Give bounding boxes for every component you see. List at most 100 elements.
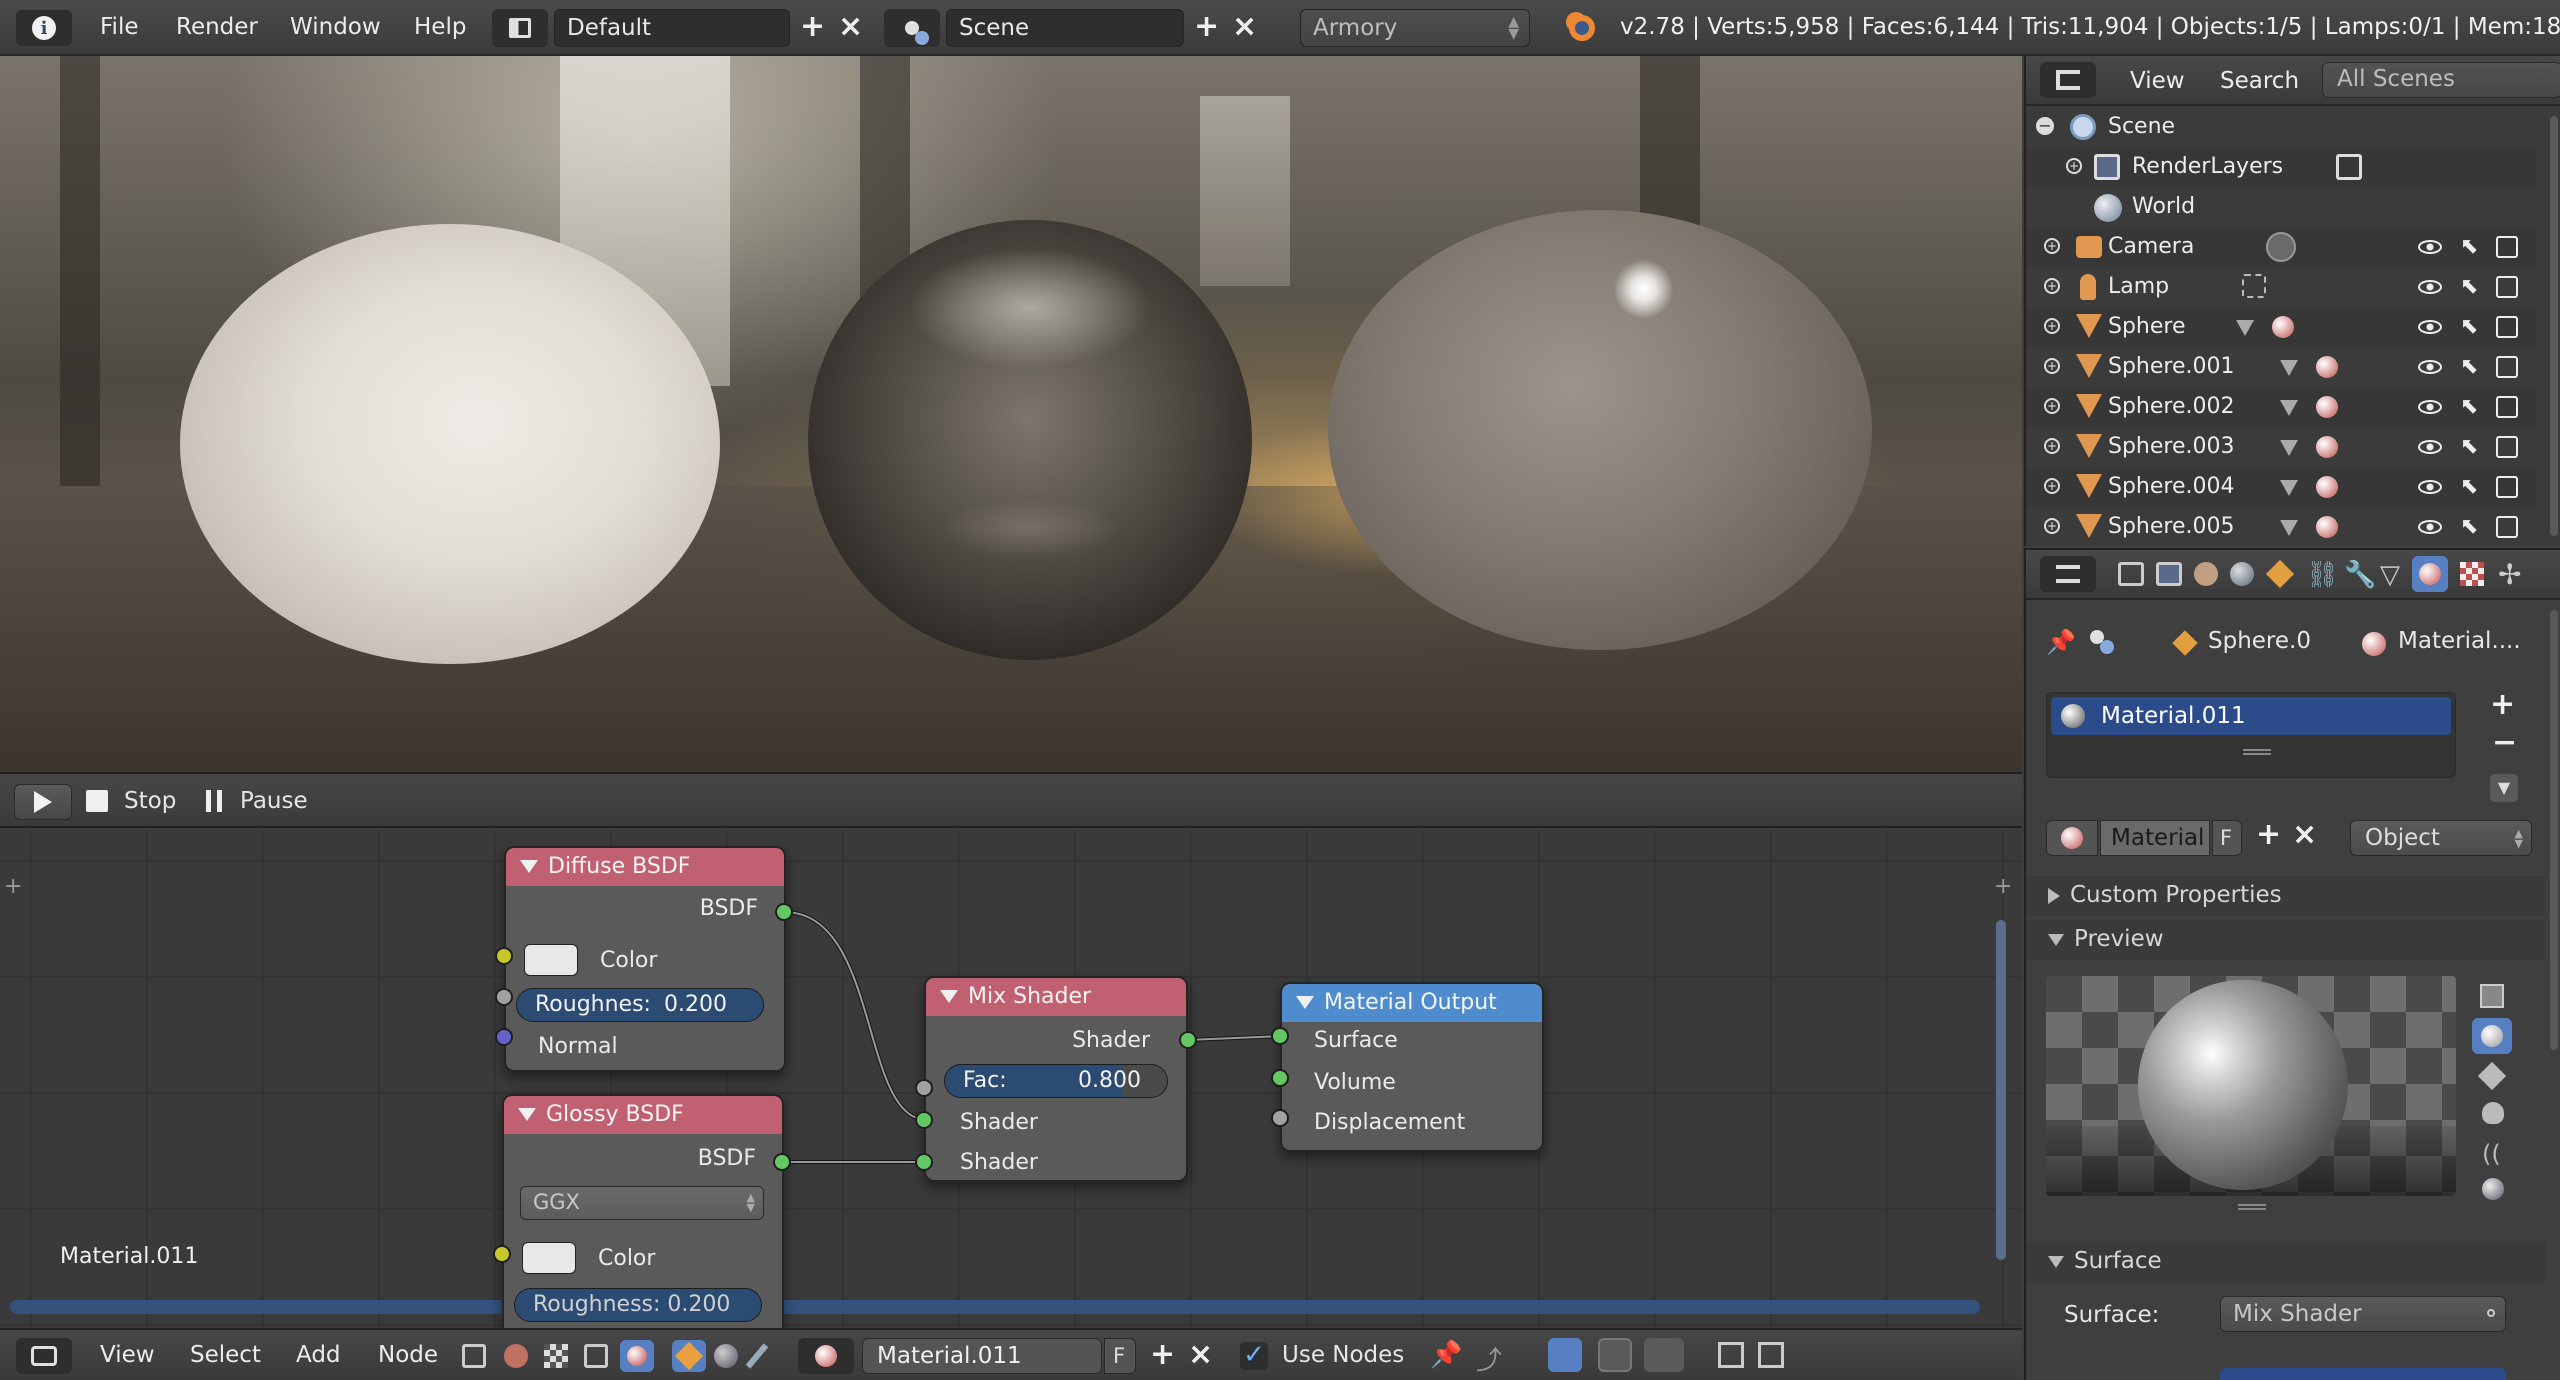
link-dropdown[interactable]: Object ▲ ▼ xyxy=(2350,820,2532,856)
material-tab-icon[interactable] xyxy=(2412,556,2448,592)
menu-view[interactable]: View xyxy=(2130,68,2185,94)
properties-scrollbar[interactable] xyxy=(2550,610,2558,1050)
snap-icon[interactable] xyxy=(1598,1338,1632,1372)
expand-icon[interactable]: + xyxy=(2044,358,2060,374)
pin-icon[interactable]: 📌 xyxy=(1430,1340,1462,1370)
use-nodes-checkbox[interactable]: ✓ xyxy=(1240,1342,1268,1370)
diffuse-normal-socket[interactable] xyxy=(495,1028,513,1046)
outliner-row-lamp[interactable]: + Lamp ⬉ xyxy=(2026,268,2536,308)
renderable-camera-icon[interactable] xyxy=(2496,316,2518,338)
menu-select[interactable]: Select xyxy=(190,1342,261,1368)
outliner-row-camera[interactable]: + Camera ⬉ xyxy=(2026,228,2536,268)
expand-icon[interactable]: + xyxy=(2044,438,2060,454)
mix-shader1-socket[interactable] xyxy=(915,1111,933,1129)
screen-layout-field[interactable]: Default xyxy=(554,9,790,47)
material-browse-icon[interactable] xyxy=(798,1338,854,1374)
menu-render[interactable]: Render xyxy=(176,14,258,40)
3d-viewport[interactable] xyxy=(0,56,2022,772)
scene-tab-icon[interactable] xyxy=(2194,562,2218,586)
menu-add[interactable]: Add xyxy=(296,1342,341,1368)
remove-screen-icon[interactable]: × xyxy=(838,12,863,42)
menu-file[interactable]: File xyxy=(100,14,139,40)
world-tab-icon[interactable] xyxy=(2230,562,2254,586)
expand-icon[interactable]: + xyxy=(2044,238,2060,254)
paste-nodes-icon[interactable] xyxy=(1758,1342,1784,1368)
diffuse-color-socket[interactable] xyxy=(495,947,513,965)
glossy-bsdf-output-socket[interactable] xyxy=(773,1153,791,1171)
visibility-eye-icon[interactable] xyxy=(2418,480,2442,494)
expand-icon[interactable]: + xyxy=(2044,478,2060,494)
editor-type-icon[interactable] xyxy=(2040,62,2096,98)
outliner-row-sphere-005[interactable]: + Sphere.005 ⬉ xyxy=(2026,508,2536,548)
selectable-cursor-icon[interactable]: ⬉ xyxy=(2460,394,2478,419)
node-header[interactable]: Mix Shader xyxy=(926,978,1186,1016)
constraints-tab-icon[interactable]: ⛓ xyxy=(2306,560,2339,590)
new-material-icon[interactable]: + xyxy=(2256,820,2281,850)
node-material-output[interactable]: Material Output Surface Volume Displacem… xyxy=(1280,982,1544,1152)
brush-icon[interactable] xyxy=(745,1343,769,1369)
output-displacement-socket[interactable] xyxy=(1271,1109,1289,1127)
remove-slot-icon[interactable]: − xyxy=(2492,728,2517,758)
resize-grip-icon[interactable] xyxy=(2243,749,2271,755)
physics-tab-icon[interactable]: ✢ xyxy=(2498,558,2521,591)
node-header[interactable]: Material Output xyxy=(1282,984,1542,1022)
menu-node[interactable]: Node xyxy=(378,1342,438,1368)
node-glossy-bsdf[interactable]: Glossy BSDF BSDF GGX ▲ ▼ Color Roughness:… xyxy=(502,1094,784,1328)
preview-world-icon[interactable] xyxy=(2482,1178,2504,1200)
outliner[interactable]: View Search All Scenes − Scene + RenderL… xyxy=(2024,56,2560,546)
sphere-mix[interactable] xyxy=(1328,210,1872,650)
visibility-eye-icon[interactable] xyxy=(2418,320,2442,334)
properties-editor[interactable]: ⛓ 🔧 ▽ ✢ 📌 Sphere.0 Material.... Material… xyxy=(2024,548,2560,1380)
expand-icon[interactable]: + xyxy=(2044,398,2060,414)
collapse-triangle-icon[interactable] xyxy=(520,860,538,873)
surface-shader-field[interactable]: Mix Shader xyxy=(2220,1296,2506,1332)
selectable-cursor-icon[interactable]: ⬉ xyxy=(2460,274,2478,299)
material-name-field[interactable]: Material.011 xyxy=(862,1338,1102,1374)
expand-icon[interactable]: + xyxy=(2044,278,2060,294)
compositing-nodes-icon[interactable] xyxy=(504,1344,528,1368)
menu-help[interactable]: Help xyxy=(414,14,466,40)
surface-node-bar[interactable] xyxy=(2220,1368,2506,1380)
play-button[interactable] xyxy=(14,784,72,820)
outliner-row-sphere-003[interactable]: + Sphere.003 ⬉ xyxy=(2026,428,2536,468)
shader-nodes-icon[interactable] xyxy=(462,1344,486,1368)
outliner-row-sphere-002[interactable]: + Sphere.002 ⬉ xyxy=(2026,388,2536,428)
node-mix-shader[interactable]: Mix Shader Shader Fac: 0.800 Shader Shad… xyxy=(924,976,1188,1182)
glossy-color-socket[interactable] xyxy=(493,1245,511,1263)
fac-slider[interactable]: Fac: 0.800 xyxy=(944,1064,1168,1098)
selectable-cursor-icon[interactable]: ⬉ xyxy=(2460,354,2478,379)
screen-layout-icon[interactable] xyxy=(492,9,548,47)
expand-icon[interactable]: + xyxy=(2044,318,2060,334)
diffuse-roughness-socket[interactable] xyxy=(495,988,513,1006)
parent-node-tree-icon[interactable]: ⤴ xyxy=(1476,1340,1502,1377)
preview-flat-icon[interactable] xyxy=(2480,984,2504,1008)
outliner-row-renderlayers[interactable]: + RenderLayers xyxy=(2026,148,2536,188)
unlink-material-icon[interactable]: × xyxy=(2292,820,2317,850)
output-volume-socket[interactable] xyxy=(1271,1069,1289,1087)
sphere-glossy[interactable] xyxy=(808,220,1252,660)
mix-output-socket[interactable] xyxy=(1179,1031,1197,1049)
node-header[interactable]: Diffuse BSDF xyxy=(506,848,784,886)
menu-view[interactable]: View xyxy=(100,1342,155,1368)
renderable-camera-icon[interactable] xyxy=(2496,476,2518,498)
renderable-camera-icon[interactable] xyxy=(2496,436,2518,458)
renderable-camera-icon[interactable] xyxy=(2496,276,2518,298)
renderlayers-tab-icon[interactable] xyxy=(2156,562,2182,586)
data-tab-icon[interactable]: ▽ xyxy=(2380,560,2400,590)
outliner-row-world[interactable]: World xyxy=(2026,188,2536,228)
expand-icon[interactable]: + xyxy=(2044,518,2060,534)
texture-tab-icon[interactable] xyxy=(2460,562,2484,586)
roughness-slider[interactable]: Roughnes: 0.200 xyxy=(516,988,764,1022)
new-material-icon[interactable]: + xyxy=(1150,1340,1175,1370)
material-slot-list[interactable]: Material.011 xyxy=(2046,692,2456,778)
collapse-triangle-icon[interactable] xyxy=(940,990,958,1003)
preview-hair-icon[interactable]: (( xyxy=(2482,1140,2501,1168)
expand-icon[interactable]: + xyxy=(2066,158,2082,174)
panel-surface[interactable]: Surface xyxy=(2026,1242,2546,1282)
node-diffuse-bsdf[interactable]: Diffuse BSDF BSDF Color Roughnes: 0.200 … xyxy=(504,846,786,1072)
collapse-triangle-icon[interactable] xyxy=(1296,996,1314,1009)
node-header[interactable]: Glossy BSDF xyxy=(504,1096,782,1134)
material-datablock-field[interactable]: Material xyxy=(2100,820,2210,856)
menu-search[interactable]: Search xyxy=(2220,68,2299,94)
outliner-row-scene[interactable]: − Scene xyxy=(2026,108,2536,148)
